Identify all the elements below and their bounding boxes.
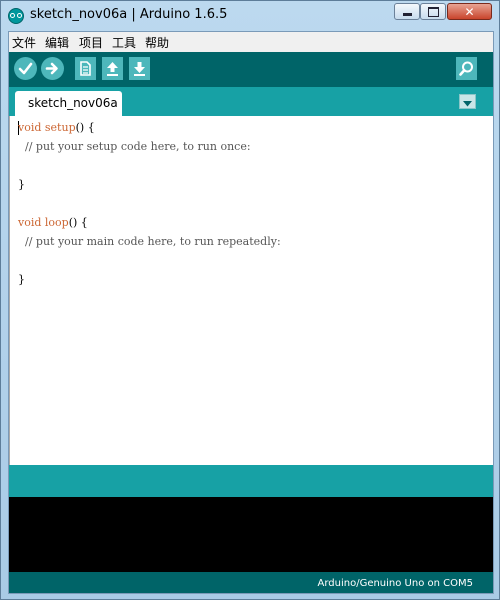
tab-sketch[interactable]: sketch_nov06a — [15, 91, 122, 116]
serial-monitor-button[interactable] — [456, 57, 477, 80]
code-rest: () { — [75, 121, 95, 134]
tab-bar: sketch_nov06a — [9, 87, 493, 116]
code-line: // put your main code here, to run repea… — [18, 235, 281, 248]
footer-bar: Arduino/Genuino Uno on COM5 — [9, 572, 493, 593]
open-button[interactable] — [102, 57, 123, 80]
code-line: void setup() { — [18, 121, 95, 137]
app-window: sketch_nov06a | Arduino 1.6.5 ✕ 文件 编辑 项目… — [0, 0, 500, 600]
function-loop: loop — [44, 216, 69, 229]
close-button[interactable]: ✕ — [447, 3, 492, 20]
new-sketch-button[interactable] — [75, 57, 96, 80]
code-line: } — [18, 178, 25, 191]
menu-help[interactable]: 帮助 — [145, 34, 169, 51]
upload-button[interactable] — [41, 57, 64, 80]
tab-label: sketch_nov06a — [28, 96, 118, 110]
function-setup: setup — [44, 121, 76, 134]
code-line: } — [18, 273, 25, 286]
menu-file[interactable]: 文件 — [12, 34, 36, 51]
status-bar — [9, 465, 493, 497]
code-rest: () { — [68, 216, 88, 229]
tab-menu-button[interactable] — [459, 94, 476, 109]
board-status: Arduino/Genuino Uno on COM5 — [317, 578, 474, 589]
title-bar[interactable]: sketch_nov06a | Arduino 1.6.5 ✕ — [1, 1, 499, 31]
keyword-void: void — [18, 216, 42, 229]
arduino-logo-icon — [8, 8, 24, 24]
window-title: sketch_nov06a | Arduino 1.6.5 — [30, 7, 228, 22]
menu-bar: 文件 编辑 项目 工具 帮助 — [9, 32, 493, 52]
maximize-icon — [427, 6, 439, 17]
arrow-right-icon — [41, 57, 64, 80]
console-output[interactable] — [9, 497, 493, 572]
save-button[interactable] — [129, 57, 150, 80]
magnifier-icon — [456, 57, 477, 80]
close-icon: ✕ — [464, 4, 475, 19]
verify-button[interactable] — [14, 57, 37, 80]
check-icon — [14, 57, 37, 80]
triangle-down-icon — [463, 101, 472, 107]
menu-sketch[interactable]: 项目 — [79, 34, 103, 51]
menu-edit[interactable]: 编辑 — [45, 34, 69, 51]
new-file-icon — [75, 57, 96, 80]
menu-tools[interactable]: 工具 — [112, 34, 136, 51]
arrow-up-icon — [102, 57, 123, 80]
code-line: // put your setup code here, to run once… — [18, 140, 251, 153]
minimize-button[interactable] — [394, 3, 420, 20]
code-editor[interactable]: void setup() { // put your setup code he… — [9, 116, 493, 465]
maximize-button[interactable] — [420, 3, 446, 20]
arrow-down-icon — [129, 57, 150, 80]
client-area: 文件 编辑 项目 工具 帮助 sketch_nov06a void setup(… — [8, 31, 494, 594]
editor-scrollbar[interactable] — [483, 116, 493, 465]
minimize-icon — [402, 13, 412, 16]
toolbar — [9, 52, 493, 87]
code-line: void loop() { — [18, 216, 88, 232]
keyword-void: void — [18, 121, 42, 134]
